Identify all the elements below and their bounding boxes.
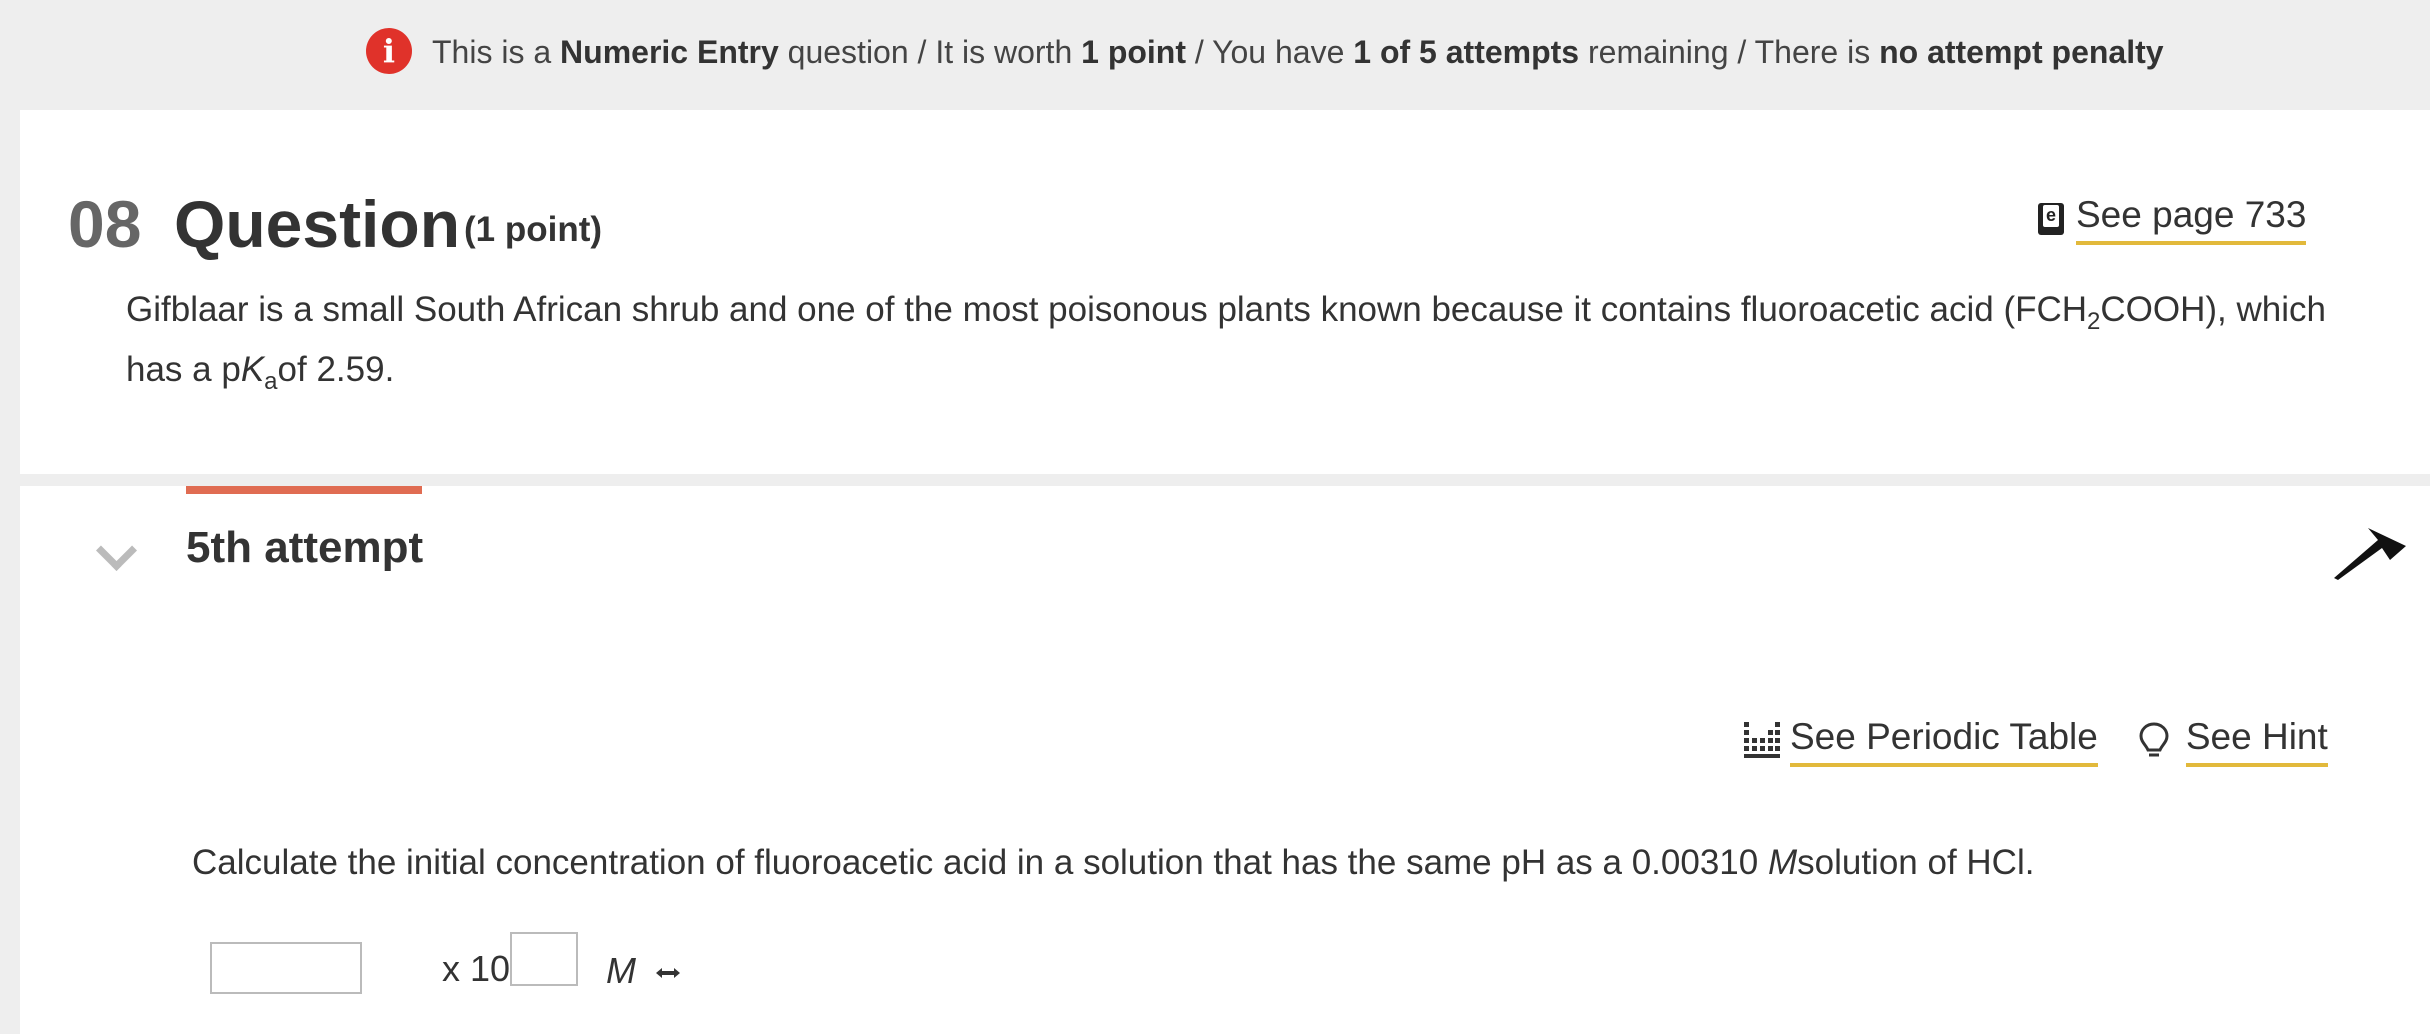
question-number: 08: [68, 187, 142, 261]
exponent-input[interactable]: [510, 932, 578, 986]
lightbulb-icon: [2139, 722, 2169, 757]
attempt-card: 5th attempt See Periodic Table See Hint …: [20, 486, 2430, 1034]
cursor-arrow-icon: [2334, 528, 2406, 580]
attempt-progress-indicator: [186, 486, 422, 494]
question-title: Question: [174, 187, 461, 261]
see-page-label[interactable]: See page 733: [2076, 193, 2307, 245]
question-points: (1 point): [464, 210, 603, 249]
attempts-remaining: 1 of 5 attempts: [1353, 34, 1580, 70]
see-periodic-table-link[interactable]: See Periodic Table: [1790, 715, 2098, 767]
times-ten-label: x 10: [442, 948, 511, 989]
question-info-bar: i This is a Numeric Entry question / It …: [0, 0, 2430, 110]
question-card: 08 Question (1 point) See page 733 Gifbl…: [20, 110, 2430, 474]
question-info-text: This is a Numeric Entry question / It is…: [432, 34, 2164, 70]
attempt-penalty: no attempt penalty: [1879, 34, 2164, 70]
unit-toggle-icon[interactable]: [654, 966, 682, 980]
question-body: Gifblaar is a small South African shrub …: [126, 290, 2326, 395]
unit-label: M: [606, 950, 636, 991]
coefficient-input[interactable]: [210, 942, 362, 994]
info-icon: i: [366, 28, 412, 74]
attempt-tools: See Periodic Table See Hint: [1744, 706, 2328, 776]
periodic-table-icon: [1744, 722, 1780, 758]
answer-row: x 10 M: [210, 932, 810, 1002]
attempt-title: 5th attempt: [186, 523, 424, 572]
question-worth: 1 point: [1081, 34, 1186, 70]
question-type: Numeric Entry: [560, 34, 779, 70]
ebook-icon: [2038, 203, 2064, 235]
attempt-prompt: Calculate the initial concentration of f…: [192, 843, 2035, 882]
see-hint-link[interactable]: See Hint: [2185, 715, 2328, 767]
see-page-link[interactable]: See page 733: [2038, 184, 2307, 254]
collapse-chevron-icon[interactable]: [95, 529, 138, 572]
